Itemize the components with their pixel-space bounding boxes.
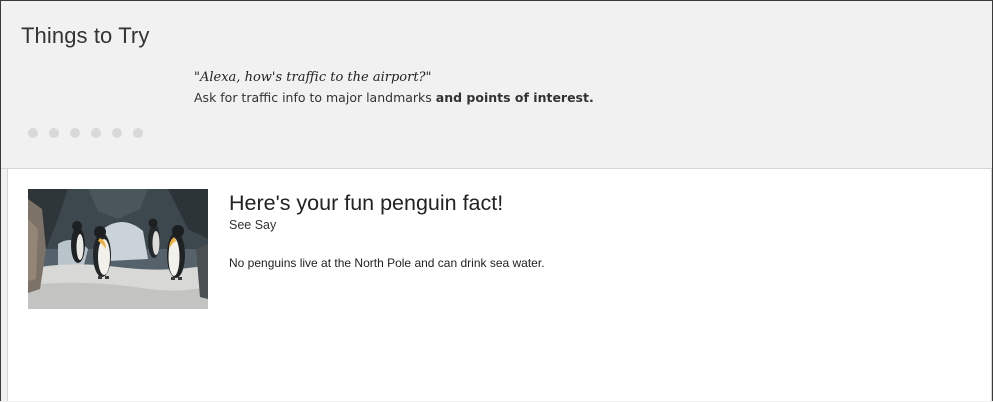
carousel-pagination — [28, 128, 143, 138]
penguin-photo-illustration — [28, 189, 208, 309]
carousel-dot[interactable] — [91, 128, 101, 138]
hint-text: Ask for traffic info to major landmarks — [194, 90, 436, 105]
things-to-try-title: Things to Try — [21, 23, 150, 48]
things-to-try-panel: Things to Try "Alexa, how's traffic to t… — [1, 1, 992, 169]
carousel-dot[interactable] — [70, 128, 80, 138]
hint-text-bold: and points of interest. — [435, 90, 594, 105]
card-body-text: No penguins live at the North Pole and c… — [229, 256, 545, 270]
carousel-dot[interactable] — [133, 128, 143, 138]
sample-description: Ask for traffic info to major landmarks … — [194, 90, 594, 105]
card-title: Here's your fun penguin fact! — [229, 191, 504, 215]
card-subtitle: See Say — [229, 218, 277, 232]
sample-utterance: "Alexa, how's traffic to the airport?" — [194, 70, 432, 85]
carousel-dot[interactable] — [49, 128, 59, 138]
penguin-photo — [28, 189, 208, 309]
carousel-dot[interactable] — [28, 128, 38, 138]
carousel-dot[interactable] — [112, 128, 122, 138]
app-frame: Things to Try "Alexa, how's traffic to t… — [0, 0, 993, 401]
penguin-fact-card: Here's your fun penguin fact! See Say No… — [7, 169, 992, 401]
